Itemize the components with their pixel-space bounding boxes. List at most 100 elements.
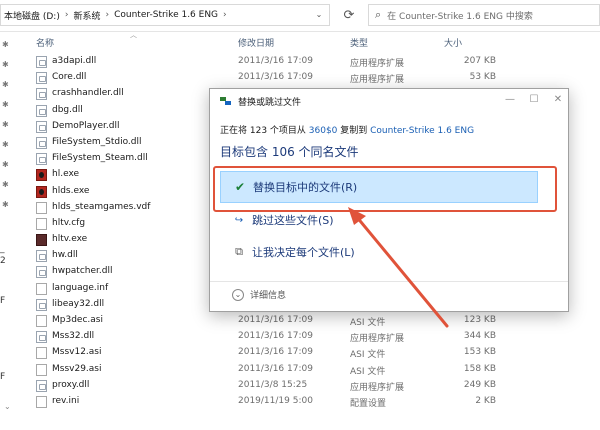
pin-icon: ✱ <box>2 200 9 209</box>
file-size: 344 KB <box>463 331 496 342</box>
dll-icon <box>36 331 47 344</box>
file-type: 应用程序扩展 <box>350 382 405 393</box>
file-type: ASI 文件 <box>350 366 386 377</box>
search-placeholder: 在 Counter-Strike 1.6 ENG 中搜索 <box>387 11 533 22</box>
file-icon <box>36 201 47 214</box>
file-size: 158 KB <box>463 363 496 374</box>
file-name: FileSystem_Stdio.dll <box>52 136 142 147</box>
file-name: a3dapi.dll <box>52 56 97 66</box>
file-name: Core.dll <box>52 72 87 83</box>
file-icon <box>36 395 47 408</box>
file-date: 2019/11/19 5:00 <box>238 395 313 406</box>
file-type: ASI 文件 <box>350 350 386 361</box>
copy-progress-text: 正在将 123 个项目从 360$0 复制到 Counter-Strike 1.… <box>220 123 474 136</box>
file-name: language.inf <box>52 282 109 293</box>
skip-option-label: 跳过这些文件(S) <box>252 214 334 227</box>
dll-icon <box>36 72 47 85</box>
pin-icon: ✱ <box>2 80 9 89</box>
file-name: DemoPlayer.dll <box>52 120 120 131</box>
chevron-right-icon: › <box>105 10 110 20</box>
dialog-divider <box>210 281 568 282</box>
progress-middle: 复制到 <box>337 126 371 136</box>
file-date: 2011/3/8 15:25 <box>238 379 308 390</box>
column-header-type[interactable]: 类型 <box>350 36 368 52</box>
file-size: 153 KB <box>463 347 496 358</box>
refresh-button[interactable]: ⟳ <box>336 4 362 26</box>
dll-icon <box>36 136 47 149</box>
pin-icon: ✱ <box>2 60 9 69</box>
file-name: hlds.exe <box>52 185 90 196</box>
compare-files-icon: ⧉ <box>235 245 243 258</box>
file-name: crashhandler.dll <box>52 88 124 99</box>
file-icon <box>36 347 47 360</box>
pin-icon: ✱ <box>2 180 9 189</box>
chevron-right-icon: › <box>64 10 69 20</box>
file-size: 53 KB <box>469 72 496 83</box>
column-header-name[interactable]: 名称 <box>36 36 54 52</box>
file-icon <box>36 282 47 295</box>
breadcrumb-folder[interactable]: 新系统 <box>70 9 103 22</box>
dll-icon <box>36 379 47 392</box>
breadcrumb-current[interactable]: Counter-Strike 1.6 ENG <box>111 10 221 20</box>
dll-icon <box>36 298 47 311</box>
file-date: 2011/3/16 17:09 <box>238 315 313 325</box>
file-name: FileSystem_Steam.dll <box>52 153 148 164</box>
file-name: Mp3dec.asi <box>52 315 103 325</box>
sort-up-icon: ︿ <box>130 31 137 39</box>
file-name: hlds_steamgames.vdf <box>52 201 151 212</box>
dll-icon <box>36 250 47 263</box>
scroll-down-icon[interactable]: ⌄ <box>4 402 14 414</box>
file-name: libeay32.dll <box>52 298 105 309</box>
column-header-size[interactable]: 大小 <box>444 36 462 52</box>
file-date: 2011/3/16 17:09 <box>238 363 313 374</box>
more-details-toggle[interactable]: ⌄ 详细信息 <box>232 288 286 301</box>
pin-icon: ✱ <box>2 100 9 109</box>
file-name: hw.dll <box>52 250 78 261</box>
maximize-icon[interactable]: ☐ <box>526 93 542 107</box>
file-size: 207 KB <box>463 56 496 66</box>
file-date: 2011/3/16 17:09 <box>238 56 313 66</box>
chevron-down-icon[interactable]: ⌄ <box>313 9 325 21</box>
nav-pane-fragment: 2 <box>0 256 6 266</box>
dll-icon <box>36 104 47 117</box>
dll-icon <box>36 88 47 101</box>
skip-arrow-icon: ↪ <box>234 214 244 226</box>
minimize-icon[interactable]: — <box>502 93 518 107</box>
file-name: proxy.dll <box>52 379 90 390</box>
pin-icon: ✱ <box>2 160 9 169</box>
pin-icon: ✱ <box>2 140 9 149</box>
details-label: 详细信息 <box>250 291 287 301</box>
file-row[interactable]: Mss32.dll 2011/3/16 17:09 应用程序扩展 344 KB <box>30 329 510 345</box>
file-row[interactable]: Core.dll 2011/3/16 17:09 应用程序扩展 53 KB <box>30 70 510 86</box>
file-type: 配置设置 <box>350 398 387 409</box>
file-row[interactable]: rev.ini 2019/11/19 5:00 配置设置 2 KB <box>30 394 510 410</box>
hl-exe-icon <box>36 185 47 198</box>
file-row[interactable]: proxy.dll 2011/3/8 15:25 应用程序扩展 249 KB <box>30 378 510 394</box>
search-icon: ⌕ <box>375 8 382 21</box>
file-date: 2011/3/16 17:09 <box>238 72 313 83</box>
file-name: dbg.dll <box>52 104 83 115</box>
file-name: Mss32.dll <box>52 331 95 342</box>
pin-icon: ✱ <box>2 40 9 49</box>
file-row[interactable]: Mssv12.asi 2011/3/16 17:09 ASI 文件 153 KB <box>30 345 510 361</box>
chevron-down-icon: ⌄ <box>232 288 244 301</box>
search-input[interactable]: ⌕ 在 Counter-Strike 1.6 ENG 中搜索 <box>368 4 600 26</box>
source-link[interactable]: 360$0 <box>309 126 338 136</box>
file-icon <box>36 363 47 376</box>
copy-files-icon <box>220 97 232 106</box>
file-type: 应用程序扩展 <box>350 59 405 69</box>
file-row[interactable]: Mssv29.asi 2011/3/16 17:09 ASI 文件 158 KB <box>30 362 510 378</box>
breadcrumb-drive[interactable]: 本地磁盘 (D:) <box>1 9 63 22</box>
file-name: hwpatcher.dll <box>52 266 113 277</box>
column-header-date[interactable]: 修改日期 <box>238 36 274 52</box>
dll-icon <box>36 266 47 279</box>
breadcrumb[interactable]: 本地磁盘 (D:) › 新系统 › Counter-Strike 1.6 ENG… <box>0 4 330 26</box>
decide-each-option[interactable]: ⧉ 让我决定每个文件(L) <box>220 236 538 268</box>
close-icon[interactable]: ✕ <box>550 93 566 107</box>
file-name: hltv.cfg <box>52 217 86 228</box>
destination-link[interactable]: Counter-Strike 1.6 ENG <box>370 126 474 136</box>
chevron-right-icon: › <box>223 10 227 20</box>
file-row[interactable]: Mp3dec.asi 2011/3/16 17:09 ASI 文件 123 KB <box>30 313 510 329</box>
file-type: 应用程序扩展 <box>350 75 405 86</box>
file-row[interactable]: a3dapi.dll 2011/3/16 17:09 应用程序扩展 207 KB <box>30 54 510 70</box>
